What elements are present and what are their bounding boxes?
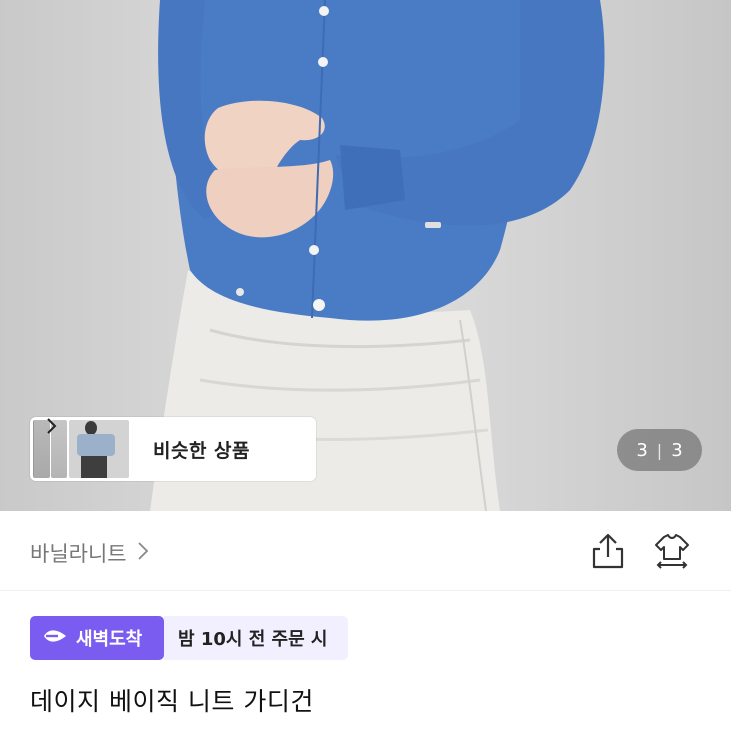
dawn-delivery-label: 새벽도착 (76, 629, 143, 650)
image-counter-total: 3 (671, 439, 683, 461)
similar-products-button[interactable]: 비슷한 상품 (30, 417, 316, 481)
outfit-swap-icon (652, 534, 692, 575)
brand-name: 바닐라니트 (30, 542, 127, 566)
image-counter-current: 3 (636, 439, 648, 461)
dawn-delivery-badge: 새벽도착 (30, 616, 164, 660)
similar-thumbnail (69, 420, 129, 478)
product-title: 데이지 베이직 니트 가디건 (30, 687, 314, 716)
share-icon (590, 533, 626, 575)
delivery-cutoff-text: 밤 10시 전 주문 시 (164, 616, 348, 660)
dawn-delivery-icon (42, 627, 76, 650)
image-counter: 3 | 3 (617, 429, 702, 471)
chevron-right-icon (127, 541, 149, 566)
brand-row: 바닐라니트 (0, 511, 731, 591)
share-button[interactable] (590, 531, 626, 571)
image-counter-separator: | (656, 440, 663, 460)
similar-products-label: 비슷한 상품 (153, 439, 251, 462)
product-image[interactable]: 비슷한 상품 3 | 3 (0, 0, 731, 511)
outfit-swap-button[interactable] (652, 531, 692, 571)
brand-link[interactable]: 바닐라니트 (30, 538, 149, 568)
